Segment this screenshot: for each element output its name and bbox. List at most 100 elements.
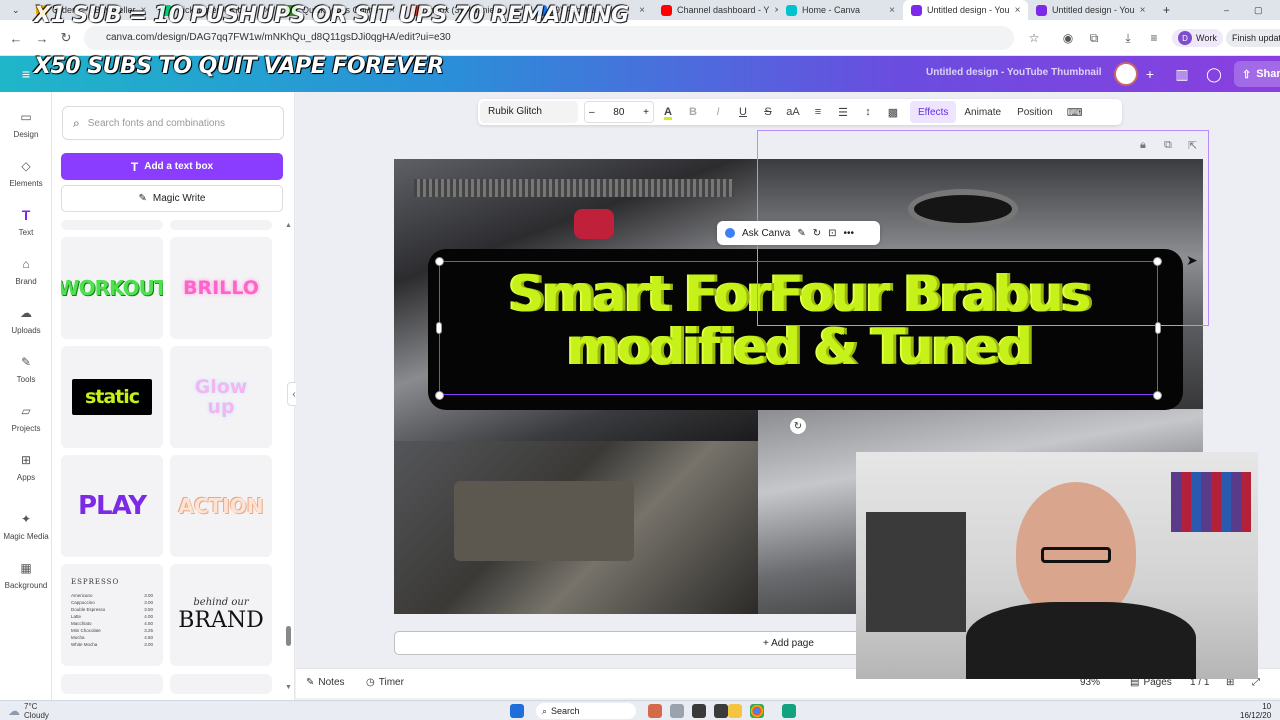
resize-handle[interactable] — [1153, 257, 1162, 266]
list-icon[interactable]: ☰ — [832, 101, 854, 123]
reading-list-icon[interactable]: ≡ — [1144, 28, 1164, 48]
position-button[interactable]: Position — [1009, 101, 1061, 123]
more-options-icon[interactable]: ••• — [844, 228, 855, 239]
font-size-value[interactable]: 80 — [613, 107, 624, 118]
letter-case-icon[interactable]: aA — [782, 101, 804, 123]
engine-photo[interactable] — [394, 441, 758, 614]
italic-icon[interactable]: I — [707, 101, 729, 123]
font-combo-tile[interactable] — [170, 220, 272, 230]
scroll-up-arrow-icon[interactable]: ▲ — [285, 222, 292, 229]
rotate-handle-icon[interactable]: ↻ — [790, 418, 806, 434]
copy-style-icon[interactable]: ⌨ — [1064, 101, 1086, 123]
resize-handle[interactable] — [1155, 322, 1161, 334]
align-center-icon[interactable]: ≡ — [807, 101, 829, 123]
ask-canva-bar[interactable]: Ask Canva ✎ ↻ ⊡ ••• — [717, 221, 880, 245]
rail-item-text[interactable]: T Text — [0, 206, 52, 252]
design-title[interactable]: Untitled design - YouTube Thumbnail — [926, 67, 1102, 78]
windows-start-icon[interactable] — [510, 704, 524, 718]
url-field[interactable]: canva.com/design/DAG7qq7FW1w/mNKhQu_d8Q1… — [84, 26, 1014, 50]
rail-item-uploads[interactable]: ☁ Uploads — [0, 304, 52, 350]
font-combo-tile[interactable]: ACTION — [170, 455, 272, 557]
maximize-icon[interactable]: ▢ — [1246, 0, 1266, 20]
copilot-icon[interactable] — [648, 704, 662, 718]
close-tab-icon[interactable]: × — [1015, 5, 1021, 16]
font-combo-tile[interactable]: static — [61, 346, 163, 448]
file-explorer-icon[interactable] — [728, 704, 742, 718]
app-icon[interactable] — [692, 704, 706, 718]
task-view-icon[interactable] — [670, 704, 684, 718]
browser-tab[interactable]: Home - Canva × — [778, 0, 903, 20]
decrease-size-icon[interactable]: – — [589, 107, 595, 118]
font-combo-tile[interactable]: WORKOUT — [61, 237, 163, 339]
resize-handle[interactable] — [1153, 391, 1162, 400]
rail-item-projects[interactable]: ▱ Projects — [0, 402, 52, 448]
resize-handle[interactable] — [436, 322, 442, 334]
extension-icon[interactable]: ◉ — [1058, 28, 1078, 48]
add-collaborator-icon[interactable]: + — [1138, 62, 1162, 86]
taskbar-search[interactable]: ⌕ Search — [536, 703, 636, 719]
share-button[interactable]: ⇧Share — [1234, 61, 1280, 87]
text-color-icon[interactable]: A — [657, 101, 679, 123]
lock-element-icon[interactable]: ⊡ — [828, 228, 836, 239]
increase-size-icon[interactable]: + — [643, 107, 649, 118]
lock-icon[interactable]: 🔒︎ — [1140, 139, 1146, 152]
profile-button[interactable]: D Work — [1172, 29, 1223, 47]
magic-edit-icon[interactable]: ✎ — [797, 228, 805, 239]
rail-item-elements[interactable]: ◇ Elements — [0, 157, 52, 203]
add-text-box-button[interactable]: T Add a text box — [61, 153, 283, 180]
chrome-icon[interactable] — [750, 704, 764, 718]
close-tab-icon[interactable]: × — [889, 5, 895, 16]
finish-update-button[interactable]: Finish update — [1226, 29, 1280, 47]
font-combo-tile[interactable]: Glow up — [170, 346, 272, 448]
spacing-icon[interactable]: ↕ — [857, 101, 879, 123]
bold-icon[interactable]: B — [682, 101, 704, 123]
animate-button[interactable]: Animate — [956, 101, 1009, 123]
magic-write-button[interactable]: ✎ Magic Write — [61, 185, 283, 212]
app-icon[interactable] — [782, 704, 796, 718]
brand-avatar[interactable] — [1114, 62, 1138, 86]
close-tab-icon[interactable]: × — [1140, 5, 1146, 16]
effects-button[interactable]: Effects — [910, 101, 957, 123]
clock[interactable]: 10 16/12/20 — [1240, 702, 1271, 720]
font-combo-tile[interactable]: PLAY — [61, 455, 163, 557]
rail-item-design[interactable]: ▭ Design — [0, 108, 52, 154]
duplicate-page-icon[interactable]: ⧉ — [1164, 139, 1172, 152]
underline-icon[interactable]: U — [732, 101, 754, 123]
rail-item-apps[interactable]: ⊞ Apps — [0, 451, 52, 497]
browser-tab[interactable]: Untitled design - You × — [1028, 0, 1153, 20]
font-combo-tile[interactable] — [170, 674, 272, 694]
app-icon[interactable] — [714, 704, 728, 718]
rail-item-brand[interactable]: ⌂ Brand — [0, 255, 52, 301]
browser-tab-active[interactable]: Untitled design - You × — [903, 0, 1028, 20]
font-combo-tile[interactable]: ESPRESSO Americano 3.00 Cappuccino 3.00 Doub… — [61, 564, 163, 666]
insights-chart-icon[interactable]: ▥ — [1170, 62, 1194, 86]
reload-icon[interactable]: ↻ — [56, 28, 76, 48]
resize-handle[interactable] — [435, 257, 444, 266]
close-tab-icon[interactable]: × — [639, 5, 645, 16]
font-family-select[interactable]: Rubik Glitch — [480, 101, 578, 123]
extensions-puzzle-icon[interactable]: ⧉ — [1084, 28, 1104, 48]
timer-button[interactable]: ◷ Timer — [366, 677, 404, 688]
scroll-down-arrow-icon[interactable]: ▼ — [285, 684, 292, 691]
forward-icon[interactable]: → — [32, 28, 52, 48]
rail-item-tools[interactable]: ✎ Tools — [0, 353, 52, 399]
font-combo-tile[interactable] — [61, 674, 163, 694]
font-size-stepper[interactable]: – 80 + — [584, 101, 654, 123]
font-combo-tile[interactable]: behind our BRAND — [170, 564, 272, 666]
bookmark-star-icon[interactable]: ☆ — [1024, 28, 1044, 48]
download-icon[interactable]: ⤓ — [1118, 28, 1138, 48]
new-tab-button[interactable]: + — [1155, 0, 1173, 20]
notes-button[interactable]: ✎ Notes — [306, 677, 345, 688]
font-combo-tile[interactable] — [61, 220, 163, 230]
browser-tab[interactable]: Channel dashboard - Y × — [653, 0, 778, 20]
font-combo-tile[interactable]: BRILLO — [170, 237, 272, 339]
refresh-icon[interactable]: ↻ — [813, 228, 821, 239]
panel-scrollbar-thumb[interactable] — [286, 626, 291, 646]
resize-handle[interactable] — [435, 391, 444, 400]
tab-search-button[interactable]: ⌄ — [4, 0, 26, 20]
back-icon[interactable]: ← — [6, 28, 26, 48]
comment-icon[interactable]: ◯ — [1202, 62, 1226, 86]
rail-item-magic-media[interactable]: ✦ Magic Media — [0, 510, 52, 556]
font-search-input[interactable]: ⌕ Search fonts and combinations — [62, 106, 284, 140]
transparency-icon[interactable]: ▩ — [882, 101, 904, 123]
